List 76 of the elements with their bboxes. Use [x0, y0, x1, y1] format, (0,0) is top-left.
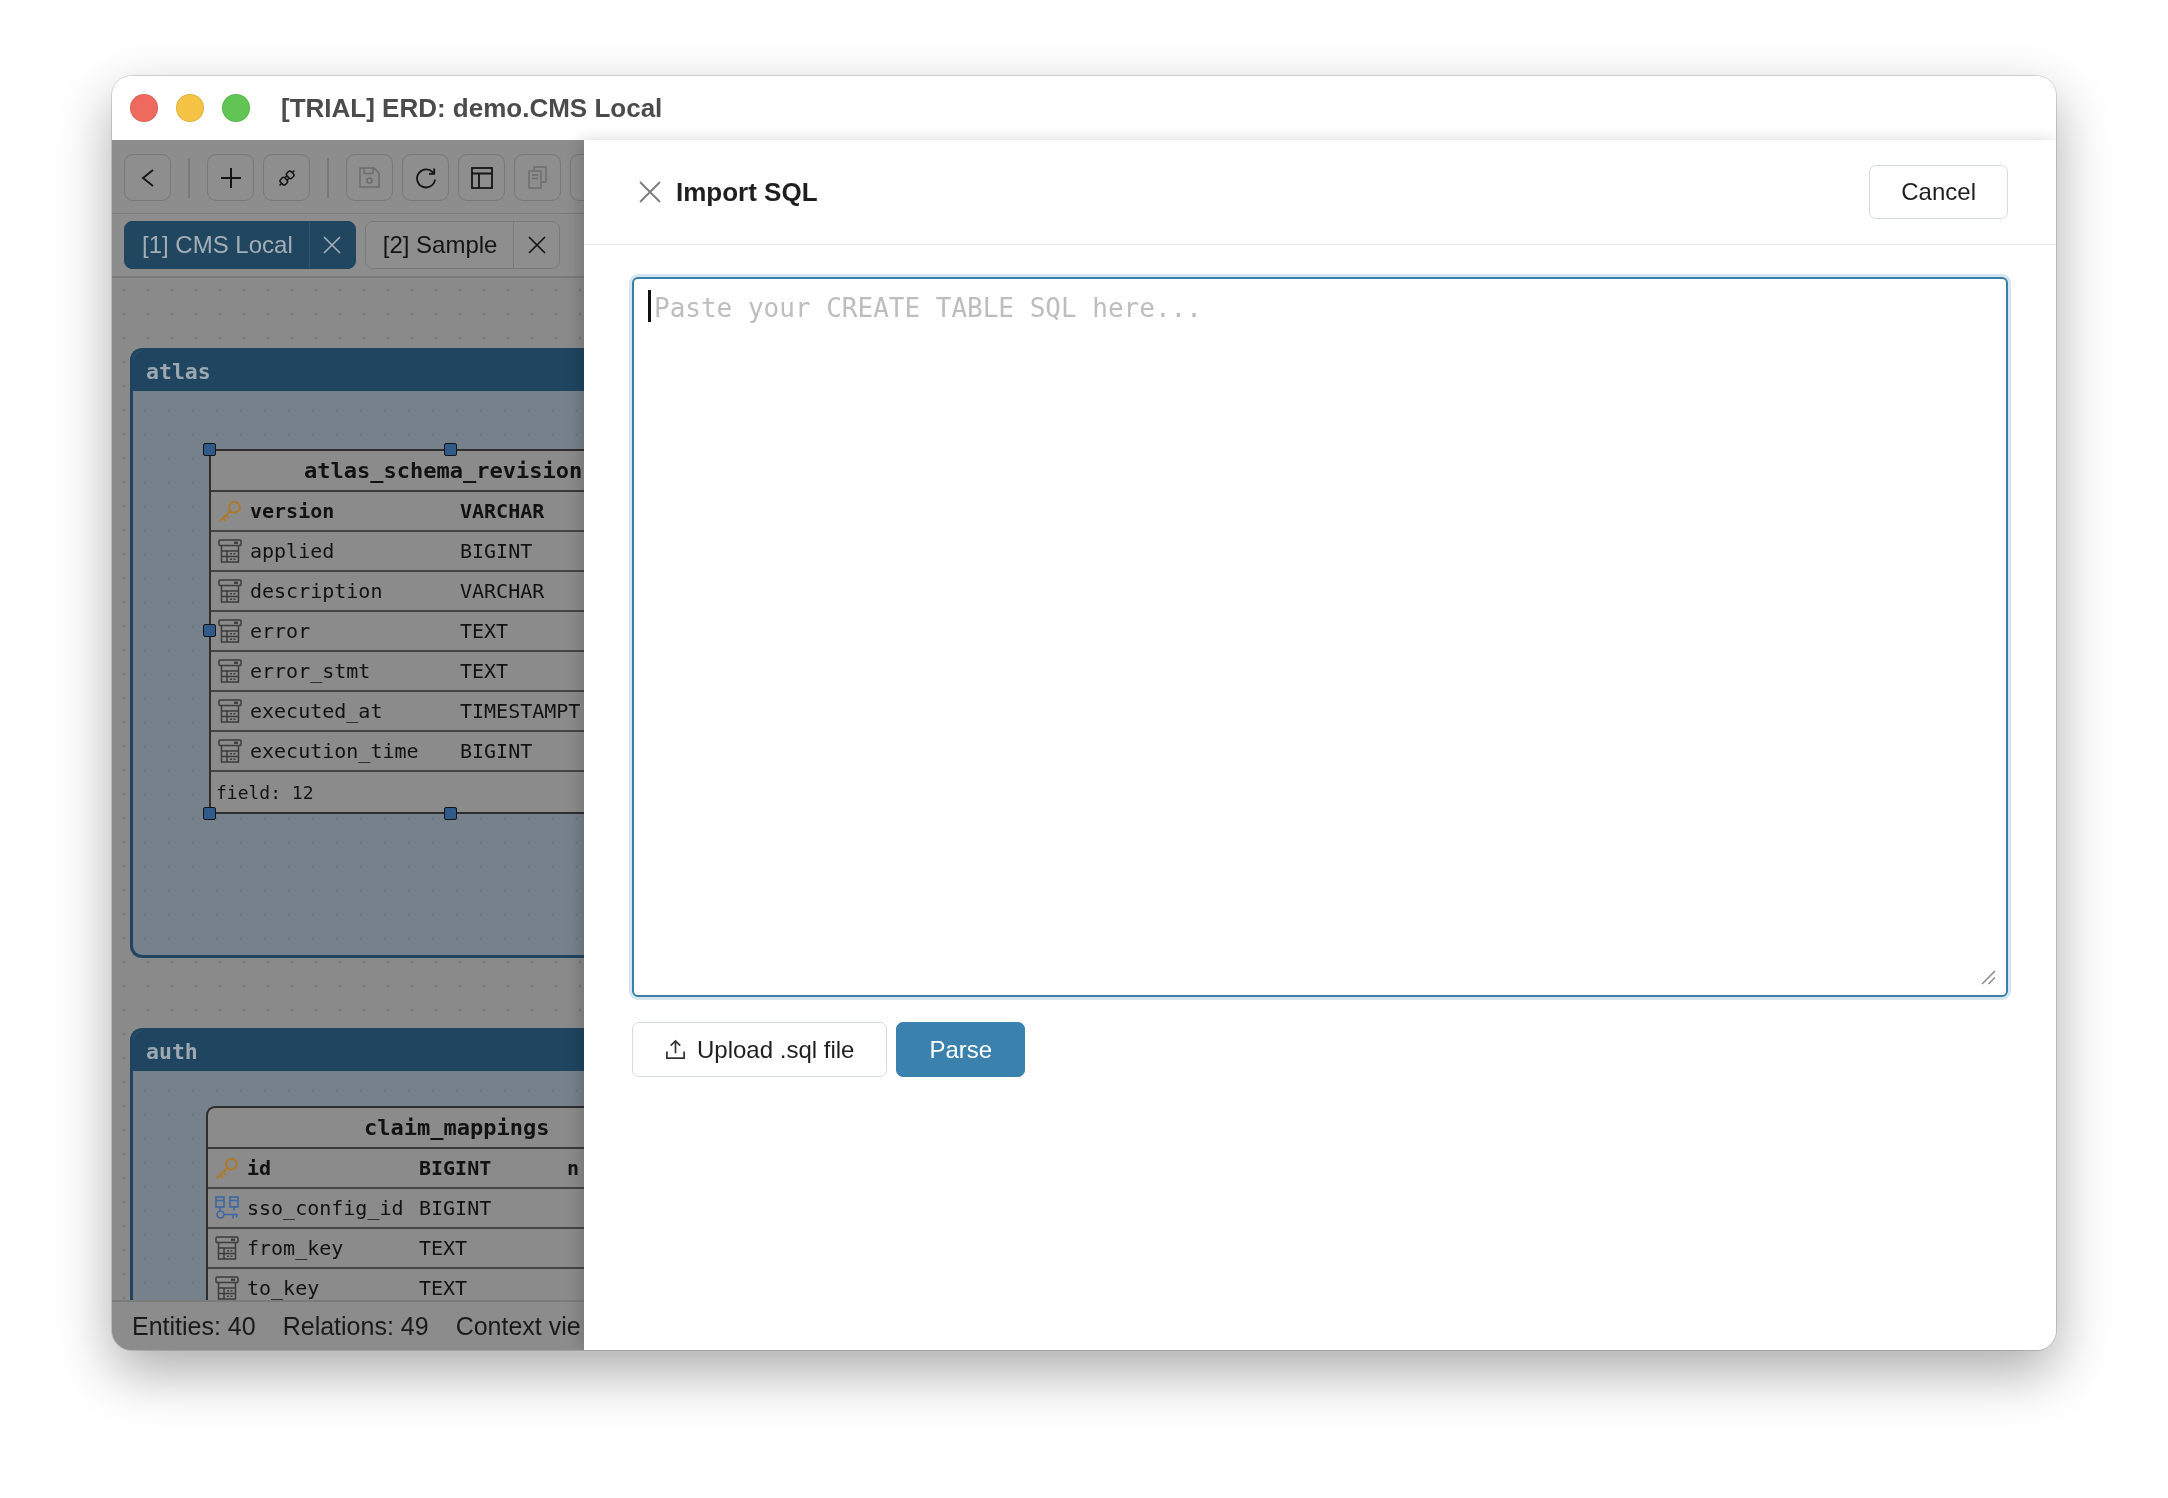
column-type: VARCHAR: [460, 579, 545, 603]
column-type: BIGINT: [460, 739, 533, 763]
table-footer: field: 12: [216, 781, 314, 803]
column-type: BIGINT: [460, 539, 533, 563]
column-type: TEXT: [460, 619, 509, 643]
tab[interactable]: [1] CMS Local: [124, 221, 356, 269]
status-text: Entities: 40: [132, 1311, 256, 1341]
selection-handle-icon[interactable]: [203, 807, 216, 820]
text-cursor-icon: [648, 290, 651, 322]
foreign-key-icon: [215, 1196, 239, 1220]
column-name: sso_config_id: [247, 1196, 404, 1220]
table-column-icon: [218, 539, 242, 563]
close-icon: [639, 181, 661, 203]
entity-table[interactable]: claim_mappings id BIGINT n sso_config_id BIGINT from_key TEXT to_key TEXT: [206, 1106, 584, 1300]
column-type: TIMESTAMPT: [460, 699, 581, 723]
toolbar-button[interactable]: [458, 154, 505, 201]
toolbar-button[interactable]: [402, 154, 449, 201]
chevron-left-icon: [141, 168, 154, 187]
window-title: [TRIAL] ERD: demo.CMS Local: [281, 92, 663, 124]
column-name: execution_time: [250, 739, 419, 763]
table-title: atlas_schema_revision: [304, 458, 583, 483]
sql-input[interactable]: Paste your CREATE TABLE SQL here...: [632, 277, 2008, 997]
column-name: id: [247, 1156, 272, 1180]
key-icon: [215, 1156, 239, 1180]
selection-handle-icon[interactable]: [444, 807, 457, 820]
toolbar-button[interactable]: [207, 154, 254, 201]
refresh-icon: [414, 166, 437, 189]
tab[interactable]: [2] Sample: [364, 221, 561, 269]
column-type: TEXT: [419, 1236, 468, 1260]
upload-icon: [665, 1039, 686, 1060]
close-icon: [527, 236, 546, 254]
column-type: BIGINT: [419, 1196, 492, 1220]
table-column-icon: [218, 659, 242, 683]
column-cell: n: [567, 1156, 580, 1180]
column-type: TEXT: [460, 659, 509, 683]
cancel-button[interactable]: Cancel: [1869, 165, 2008, 219]
column-type: BIGINT: [419, 1156, 492, 1180]
resize-handle-icon[interactable]: [1980, 969, 1996, 985]
column-name: description: [250, 579, 383, 603]
status-text: Context vie: [455, 1311, 581, 1341]
table-column-icon: [215, 1276, 239, 1300]
panel-layout-icon: [470, 166, 493, 189]
copy-icon: [528, 166, 547, 189]
column-name: error_stmt: [250, 659, 371, 683]
plus-icon: [220, 167, 241, 188]
column-name: error: [250, 619, 311, 643]
key-icon: [218, 499, 242, 523]
status-text: Relations: 49: [282, 1311, 429, 1341]
window-minimize-button[interactable]: [176, 94, 204, 122]
toolbar-button[interactable]: [124, 154, 171, 201]
column-name: executed_at: [250, 699, 383, 723]
window-close-button[interactable]: [130, 94, 158, 122]
selection-handle-icon[interactable]: [203, 624, 216, 637]
selection-handle-icon[interactable]: [444, 443, 457, 456]
column-type: TEXT: [419, 1276, 468, 1300]
column-name: version: [250, 499, 335, 523]
column-name: to_key: [247, 1276, 320, 1300]
upload-button[interactable]: Upload .sql file: [632, 1022, 888, 1077]
table-title: claim_mappings: [364, 1115, 550, 1140]
dialog-title: Import SQL: [676, 176, 818, 208]
table-column-icon: [218, 579, 242, 603]
table-column-icon: [218, 739, 242, 763]
column-name: from_key: [247, 1236, 344, 1260]
selection-handle-icon[interactable]: [203, 443, 216, 456]
window-zoom-button[interactable]: [222, 94, 250, 122]
column-type: VARCHAR: [460, 499, 545, 523]
parse-button[interactable]: Parse: [896, 1022, 1026, 1077]
toolbar-button[interactable]: [263, 154, 310, 201]
table-column-icon: [218, 619, 242, 643]
group-title: atlas: [146, 358, 211, 384]
group-title: auth: [146, 1038, 198, 1064]
close-icon: [323, 236, 342, 254]
table-column-icon: [215, 1236, 239, 1260]
close-button[interactable]: [639, 181, 661, 203]
column-name: applied: [250, 539, 335, 563]
table-column-icon: [218, 699, 242, 723]
